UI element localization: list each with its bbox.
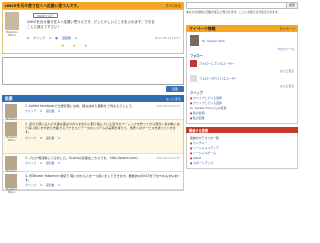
list-item: Masahiro Hibino 4. @Takashi Yokomine 様使う… [3, 172, 183, 194]
my-question-link[interactable]: 私の質問 [190, 111, 294, 115]
clip-label[interactable]: クリップ [25, 136, 36, 140]
answer-textarea[interactable] [2, 57, 184, 85]
clip-count: 0 [40, 135, 42, 140]
mypage-header: マイページ情報 マイページ [186, 25, 298, 32]
main-column: UNCEを元々使う在人へ応援い思うんです。 すべてみる Masahiro Hib… [2, 2, 184, 194]
item-date: 2011-05-13 14:37 [156, 175, 180, 178]
loading-dots: • • • [61, 43, 91, 50]
item-date: 2011-05-13 14:37 [156, 123, 180, 126]
search-input[interactable] [186, 2, 298, 9]
avatar[interactable] [5, 104, 17, 118]
vote-line[interactable]: Dr. Serkan Totoさんの投票 [190, 106, 294, 110]
clip-count: 0 [40, 183, 42, 188]
reply-label[interactable]: 返信数 [46, 136, 54, 140]
clip-label[interactable]: クリップ [33, 36, 45, 40]
follow-more-link[interactable]: もっと見る [280, 69, 294, 73]
avatar[interactable] [190, 35, 199, 46]
clip-label[interactable]: クリップ [25, 109, 36, 113]
related-sub: 技術のカテゴリの一覧 [190, 136, 219, 140]
avatar-name: Masahiro Hibino [6, 31, 18, 37]
related-item[interactable]: ソーシャルメディア [190, 146, 294, 150]
item-date: 2011-05-13 14:37 [156, 105, 180, 108]
item-date: 2011-05-13 14:37 [156, 157, 180, 160]
list-item: Masahiro Hibino 2. 自分で使い込んで大事な事は今の人を中心に取… [3, 120, 183, 154]
related-item[interactable]: UNCE [190, 156, 294, 160]
mypage-link[interactable]: マイページ [279, 26, 295, 31]
question-more-link[interactable]: すべてみる [165, 3, 181, 8]
question-header: UNCEを元々使う在人へ応援い思うんです。 すべてみる [2, 2, 184, 9]
clip-count: 0 [40, 109, 42, 114]
mypage-panel: Dr. Serkan Toto プロフィール フォロー フォローしているユーザー… [186, 32, 298, 124]
reply-count: 0 [58, 135, 61, 140]
clip-answer-link[interactable]: クリップしている回答 [190, 101, 294, 105]
avatar-name: Masahiro Hibino [6, 136, 17, 142]
follower-more-link[interactable]: もっと見る [280, 84, 294, 88]
avatar[interactable] [5, 122, 17, 136]
feed-title: 投票 [5, 95, 13, 101]
question-card: Masahiro Hibino UNCEとは？ UNCEを元々使う在人へ応援い思… [2, 9, 184, 54]
clip-question-link[interactable]: クリップしている質問 [190, 96, 294, 100]
my-answer-link[interactable]: 私の回答 [190, 116, 294, 120]
reply-label[interactable]: 返信数 [46, 161, 54, 165]
question-date: 2011-05-13 14:37 [154, 36, 180, 40]
question-tag[interactable]: UNCEとは？ [33, 13, 59, 18]
question-meta: ⧉ クリップ 0 ▣ 回答数 0 [27, 36, 77, 40]
search-button[interactable]: 検索 [286, 2, 298, 9]
question-title: UNCEを元々使う在人へ応援い思うんです。 [5, 2, 81, 8]
user-thumb[interactable] [190, 75, 197, 82]
related-item[interactable]: ベンチャー [190, 141, 294, 145]
list-item: Masahiro Hibino 3. ブログ等活動してみました。Quoraの記事… [3, 154, 183, 176]
related-item[interactable]: ソーシャルゲーム [190, 151, 294, 155]
related-title: 関連する質問 [189, 128, 209, 133]
reply-count: 0 [58, 161, 61, 166]
reply-count: 0 [74, 36, 77, 40]
avatar[interactable] [5, 12, 19, 30]
mypage-title: マイページ情報 [189, 25, 216, 31]
feed-header: 投票 もっと見る [2, 95, 184, 102]
clip-label[interactable]: クリップ [25, 161, 36, 165]
related-list: 技術のカテゴリの一覧 ベンチャー ソーシャルメディア ソーシャルゲーム UNCE… [186, 133, 298, 169]
list-item: Masahiro Hibino 1. twitter facebookで仕様管理… [3, 102, 183, 124]
avatar[interactable] [5, 156, 17, 170]
reply-count: 0 [58, 183, 61, 188]
clip-count: 0 [40, 161, 42, 166]
clip-label[interactable]: クリップ [25, 183, 36, 187]
user-name[interactable]: Dr. Serkan Toto [202, 39, 225, 43]
clip-heading: クリップ [190, 91, 203, 95]
reply-label[interactable]: 回答数 [62, 36, 71, 40]
sidebar: 検索 あなたの質問に回答が来ると知らせます。ここにお知らせが表示されます。 マイ… [186, 2, 298, 169]
question-text: UNCEを元々使う在人へ応援い思うんです。ピッと少しいところを入れます！できるこ… [27, 20, 155, 29]
answer-button[interactable]: 回答 [165, 86, 184, 92]
profile-link[interactable]: プロフィール [277, 47, 294, 51]
reply-count: 0 [58, 109, 61, 114]
related-item[interactable]: スタートアップ [190, 161, 294, 165]
reply-label[interactable]: 返信数 [46, 183, 54, 187]
follower-link[interactable]: フォローされているユーザー [199, 77, 238, 81]
follow-heading: フォロー [190, 54, 203, 58]
feed-more-link[interactable]: もっと見る [166, 97, 181, 101]
clip-count: 0 [49, 36, 52, 40]
reply-label[interactable]: 返信数 [46, 109, 54, 113]
notice-text: あなたの質問に回答が来ると知らせます。ここにお知らせが表示されます。 [186, 10, 281, 14]
avatar[interactable] [5, 174, 17, 188]
avatar-name: Masahiro Hibino [6, 188, 17, 194]
user-thumb[interactable] [190, 60, 197, 67]
feed-list: Masahiro Hibino 1. twitter facebookで仕様管理… [2, 102, 184, 194]
clip-icon[interactable]: ⧉ [27, 36, 29, 40]
reply-icon: ▣ [55, 36, 58, 40]
follow-link[interactable]: フォローしているユーザー [199, 62, 235, 66]
